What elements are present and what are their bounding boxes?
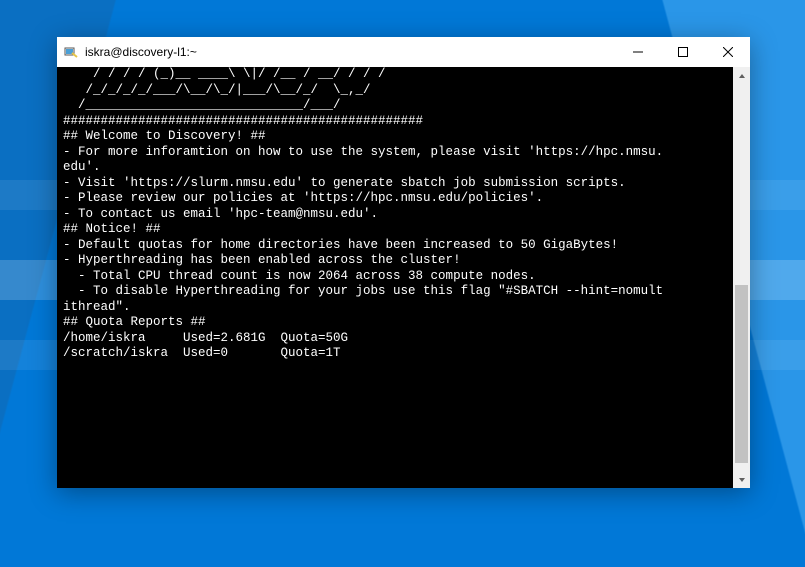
scroll-down-button[interactable]	[733, 471, 750, 488]
motd-line: - Please review our policies at 'https:/…	[63, 191, 543, 205]
motd-line: - Total CPU thread count is now 2064 acr…	[63, 269, 536, 283]
terminal-content: / / / / (_)__ ____\ \|/ /__ / __/ / / / …	[63, 67, 733, 488]
window-controls	[615, 37, 750, 67]
motd-line: edu'.	[63, 160, 101, 174]
scroll-thumb[interactable]	[735, 285, 748, 463]
motd-line: - To disable Hyperthreading for your job…	[63, 284, 663, 298]
maximize-button[interactable]	[660, 37, 705, 67]
motd-line: ## Notice! ##	[63, 222, 161, 236]
motd-line: - Hyperthreading has been enabled across…	[63, 253, 461, 267]
scroll-up-button[interactable]	[733, 67, 750, 84]
motd-line: /_____________________________/___/	[63, 98, 341, 112]
motd-line: /_/_/_/_/___/\__/\_/|___/\__/_/ \_,_/	[63, 83, 371, 97]
window-title: iskra@discovery-l1:~	[85, 45, 615, 59]
motd-line: ithread".	[63, 300, 131, 314]
motd-line: - For more inforamtion on how to use the…	[63, 145, 663, 159]
motd-line: - To contact us email 'hpc-team@nmsu.edu…	[63, 207, 378, 221]
motd-line: ## Welcome to Discovery! ##	[63, 129, 266, 143]
terminal-window: iskra@discovery-l1:~ / / / / (_)__ ____\…	[57, 37, 750, 488]
close-button[interactable]	[705, 37, 750, 67]
terminal-area[interactable]: / / / / (_)__ ____\ \|/ /__ / __/ / / / …	[57, 67, 750, 488]
motd-line: ########################################…	[63, 114, 423, 128]
minimize-button[interactable]	[615, 37, 660, 67]
scrollbar[interactable]	[733, 67, 750, 488]
motd-line: - Visit 'https://slurm.nmsu.edu' to gene…	[63, 176, 626, 190]
putty-icon	[63, 44, 79, 60]
motd-line: ## Quota Reports ##	[63, 315, 206, 329]
motd-line: /scratch/iskra Used=0 Quota=1T	[63, 346, 341, 360]
titlebar[interactable]: iskra@discovery-l1:~	[57, 37, 750, 67]
motd-line: /home/iskra Used=2.681G Quota=50G	[63, 331, 348, 345]
motd-line: - Default quotas for home directories ha…	[63, 238, 618, 252]
motd-line: / / / / (_)__ ____\ \|/ /__ / __/ / / /	[63, 67, 386, 81]
scroll-track[interactable]	[733, 84, 750, 471]
